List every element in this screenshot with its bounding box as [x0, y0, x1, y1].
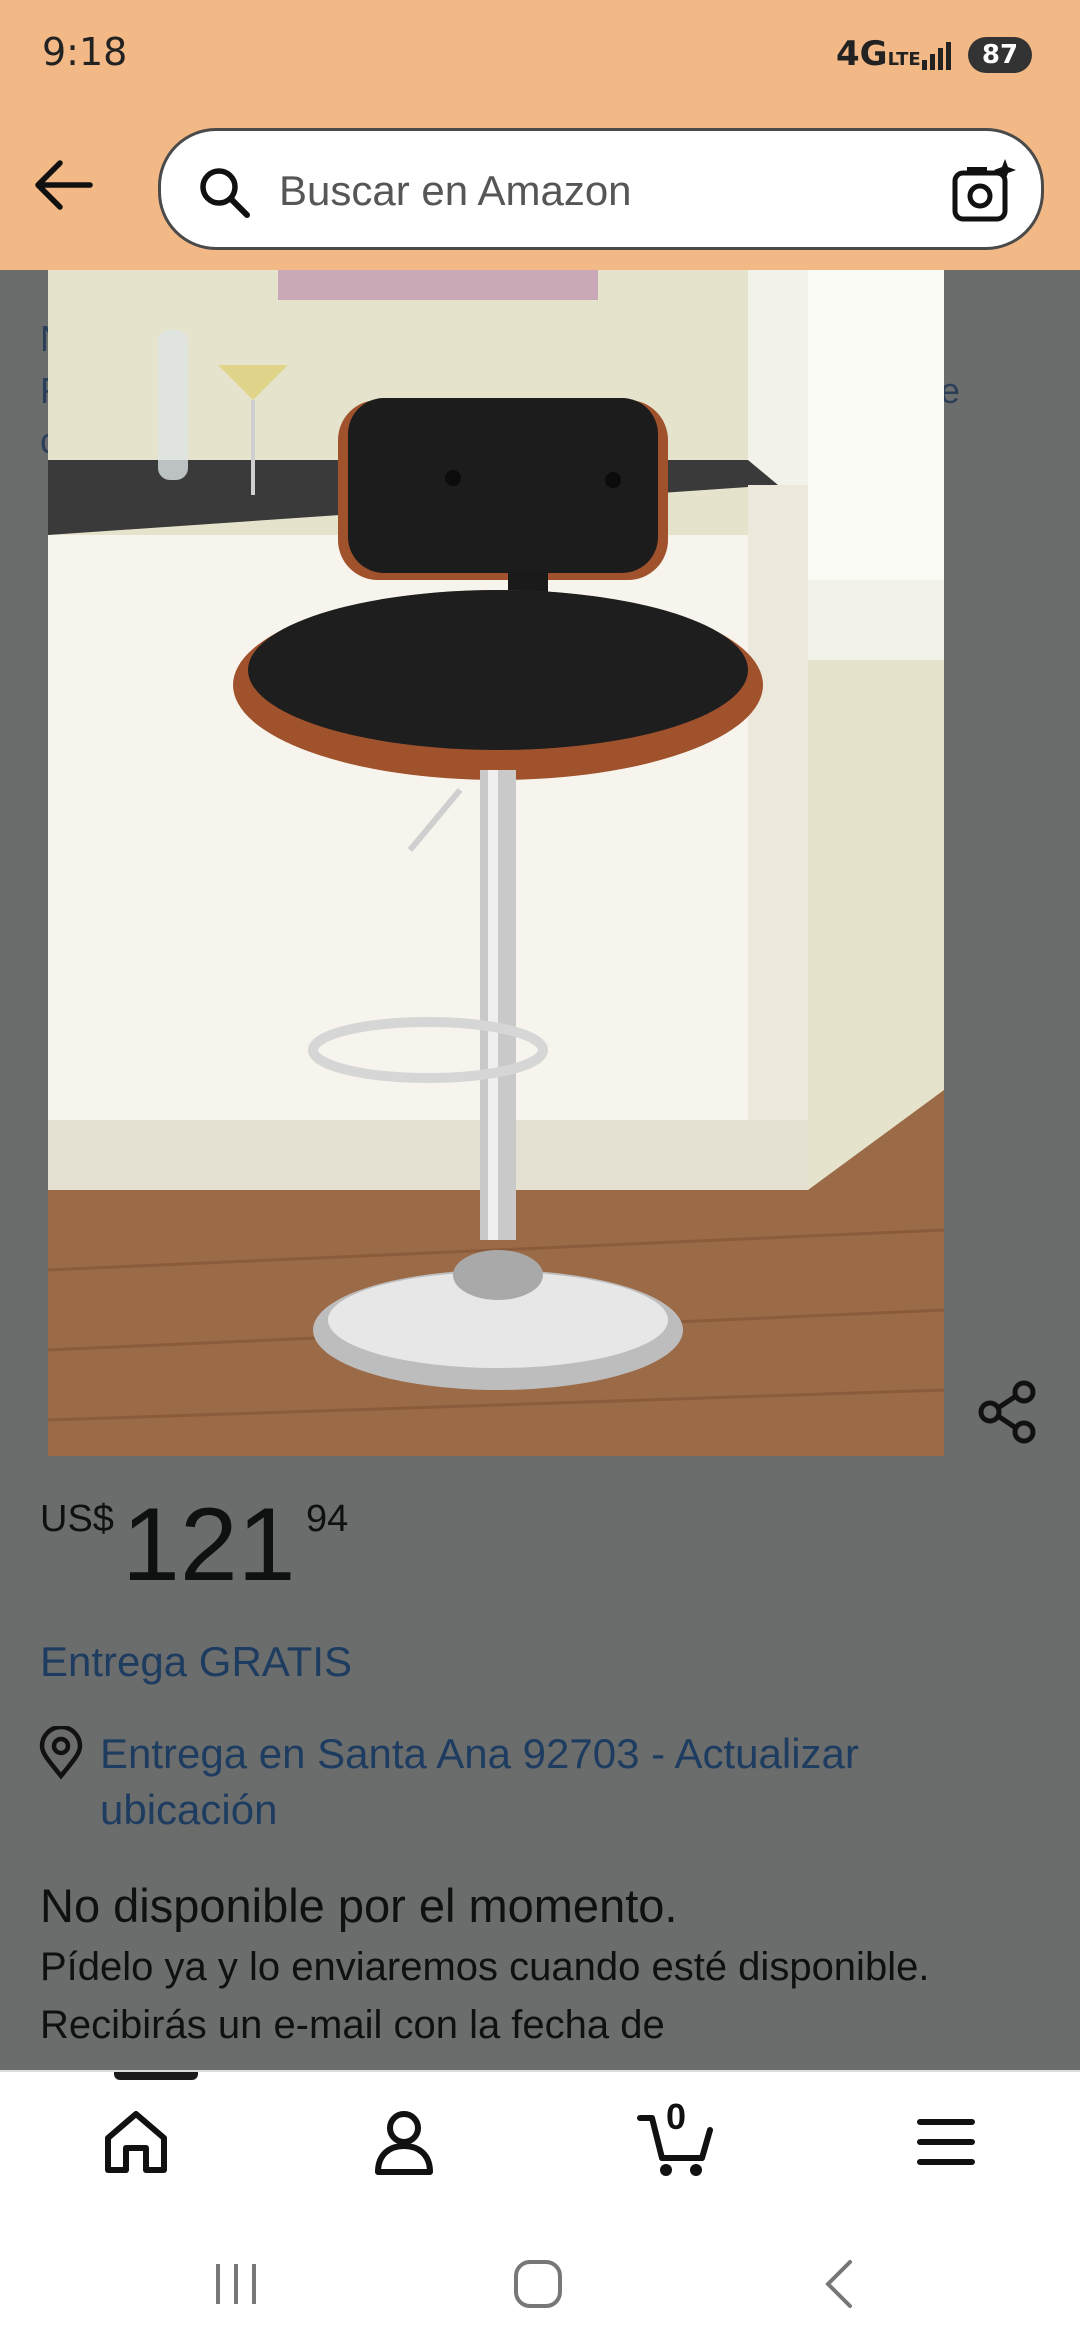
back-system-icon[interactable]: [812, 2254, 872, 2314]
location-pin-icon: [39, 1726, 83, 1780]
battery-icon: 87: [968, 37, 1032, 73]
free-delivery-label: Entrega GRATIS: [40, 1638, 353, 1685]
home-icon[interactable]: [96, 2102, 176, 2182]
network-type: 4G: [836, 34, 888, 74]
price-whole: 121: [122, 1487, 296, 1603]
search-input[interactable]: [279, 161, 919, 221]
system-navigation-bar: [0, 2210, 1080, 2340]
share-icon[interactable]: [976, 1380, 1040, 1444]
search-bar[interactable]: [158, 128, 1044, 250]
app-header: 9:18 4GLTE 87: [0, 0, 1080, 270]
cart-count: 0: [666, 2096, 687, 2137]
network-indicator: 4GLTE: [836, 34, 921, 74]
menu-icon[interactable]: [906, 2102, 986, 2182]
status-time: 9:18: [42, 30, 128, 74]
network-subtype: LTE: [887, 49, 921, 70]
recent-apps-icon[interactable]: [206, 2254, 266, 2314]
search-icon: [200, 168, 250, 218]
availability-status: No disponible por el momento.: [40, 1879, 678, 1932]
cart-button[interactable]: 0: [636, 2096, 716, 2182]
account-icon[interactable]: [364, 2102, 444, 2182]
bar-stool-illustration: [48, 270, 944, 1456]
home-system-icon[interactable]: [508, 2254, 568, 2314]
camera-search-icon[interactable]: [949, 157, 1019, 227]
back-arrow-icon[interactable]: [28, 150, 98, 220]
bottom-navigation: 0: [0, 2070, 1080, 2210]
signal-icon: [922, 42, 951, 70]
update-location-link[interactable]: Entrega en Santa Ana 92703 - Actualizar …: [100, 1726, 1000, 1838]
status-bar: 9:18 4GLTE 87: [0, 0, 1080, 110]
active-tab-indicator: [114, 2072, 198, 2080]
price-currency: US$: [40, 1498, 114, 1540]
availability-description: Pídelo ya y lo enviaremos cuando esté di…: [40, 1945, 930, 2047]
product-image[interactable]: [48, 270, 944, 1456]
price-fraction: 94: [306, 1498, 349, 1540]
